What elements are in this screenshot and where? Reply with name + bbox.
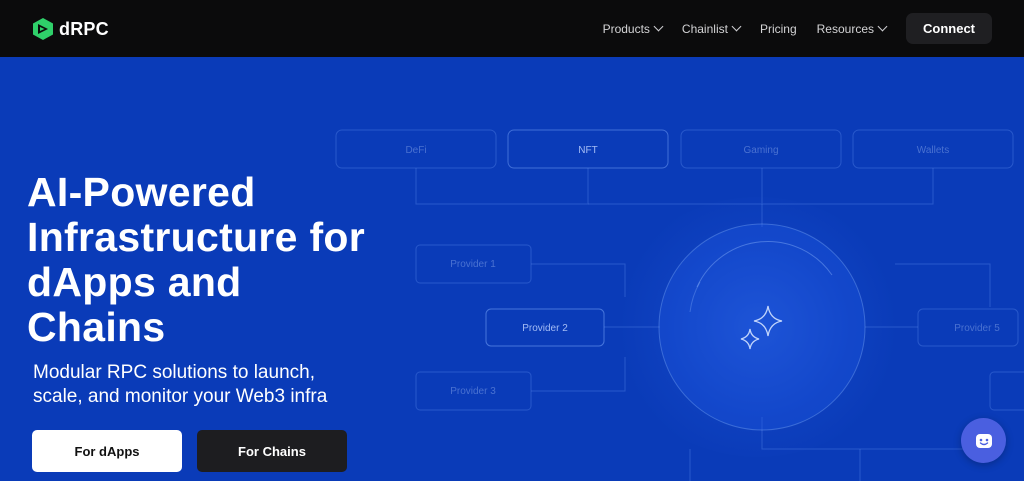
connector-line xyxy=(531,357,626,392)
nav-item-label: Chainlist xyxy=(681,21,728,36)
provider-label-3: Provider 3 xyxy=(450,386,496,397)
main-nav: Products Chainlist Pricing Resources xyxy=(602,0,888,57)
center-ring xyxy=(658,223,866,431)
connector-line xyxy=(895,263,991,307)
provider-label-5: Provider 5 xyxy=(954,323,1000,334)
category-label-gaming: Gaming xyxy=(743,145,778,156)
connector-line xyxy=(689,449,861,481)
hero-section: DeFi NFT Gaming Wallets Provider 1 Provi… xyxy=(0,57,1024,481)
nav-item-label: Pricing xyxy=(759,21,797,36)
for-dapps-button[interactable]: For dApps xyxy=(32,430,182,472)
connector-line xyxy=(415,168,589,205)
chevron-down-icon xyxy=(731,21,742,32)
nav-item-label: Resources xyxy=(816,21,874,36)
category-label-nft: NFT xyxy=(578,145,597,156)
top-navbar: dRPC Products Chainlist Pricing Resource… xyxy=(0,0,1024,57)
provider-label-2: Provider 2 xyxy=(522,323,568,334)
provider-label-1: Provider 1 xyxy=(450,259,496,270)
nav-item-chainlist[interactable]: Chainlist xyxy=(681,21,742,36)
connector-line xyxy=(588,168,934,205)
category-label-wallets: Wallets xyxy=(917,145,949,156)
drpc-logo-icon xyxy=(33,18,53,40)
brand-logo[interactable]: dRPC xyxy=(32,17,109,41)
nav-item-pricing[interactable]: Pricing xyxy=(760,22,797,36)
connect-button[interactable]: Connect xyxy=(906,13,992,44)
chevron-down-icon xyxy=(653,21,664,32)
chat-bot-icon xyxy=(975,433,992,448)
hero-subheadline: Modular RPC solutions to launch, scale, … xyxy=(33,362,328,407)
chevron-down-icon xyxy=(877,21,888,32)
hero-headline: AI-Powered Infrastructure for dApps and … xyxy=(27,169,366,350)
brand-name: dRPC xyxy=(59,18,109,39)
for-chains-button[interactable]: For Chains xyxy=(197,430,347,472)
category-label-defi: DeFi xyxy=(405,145,426,156)
nav-item-label: Products xyxy=(602,21,650,36)
nav-item-products[interactable]: Products xyxy=(602,21,664,36)
chat-widget-button[interactable] xyxy=(961,418,1006,463)
nav-item-resources[interactable]: Resources xyxy=(816,21,888,36)
side-box xyxy=(989,371,1024,411)
connector-line xyxy=(531,263,626,297)
